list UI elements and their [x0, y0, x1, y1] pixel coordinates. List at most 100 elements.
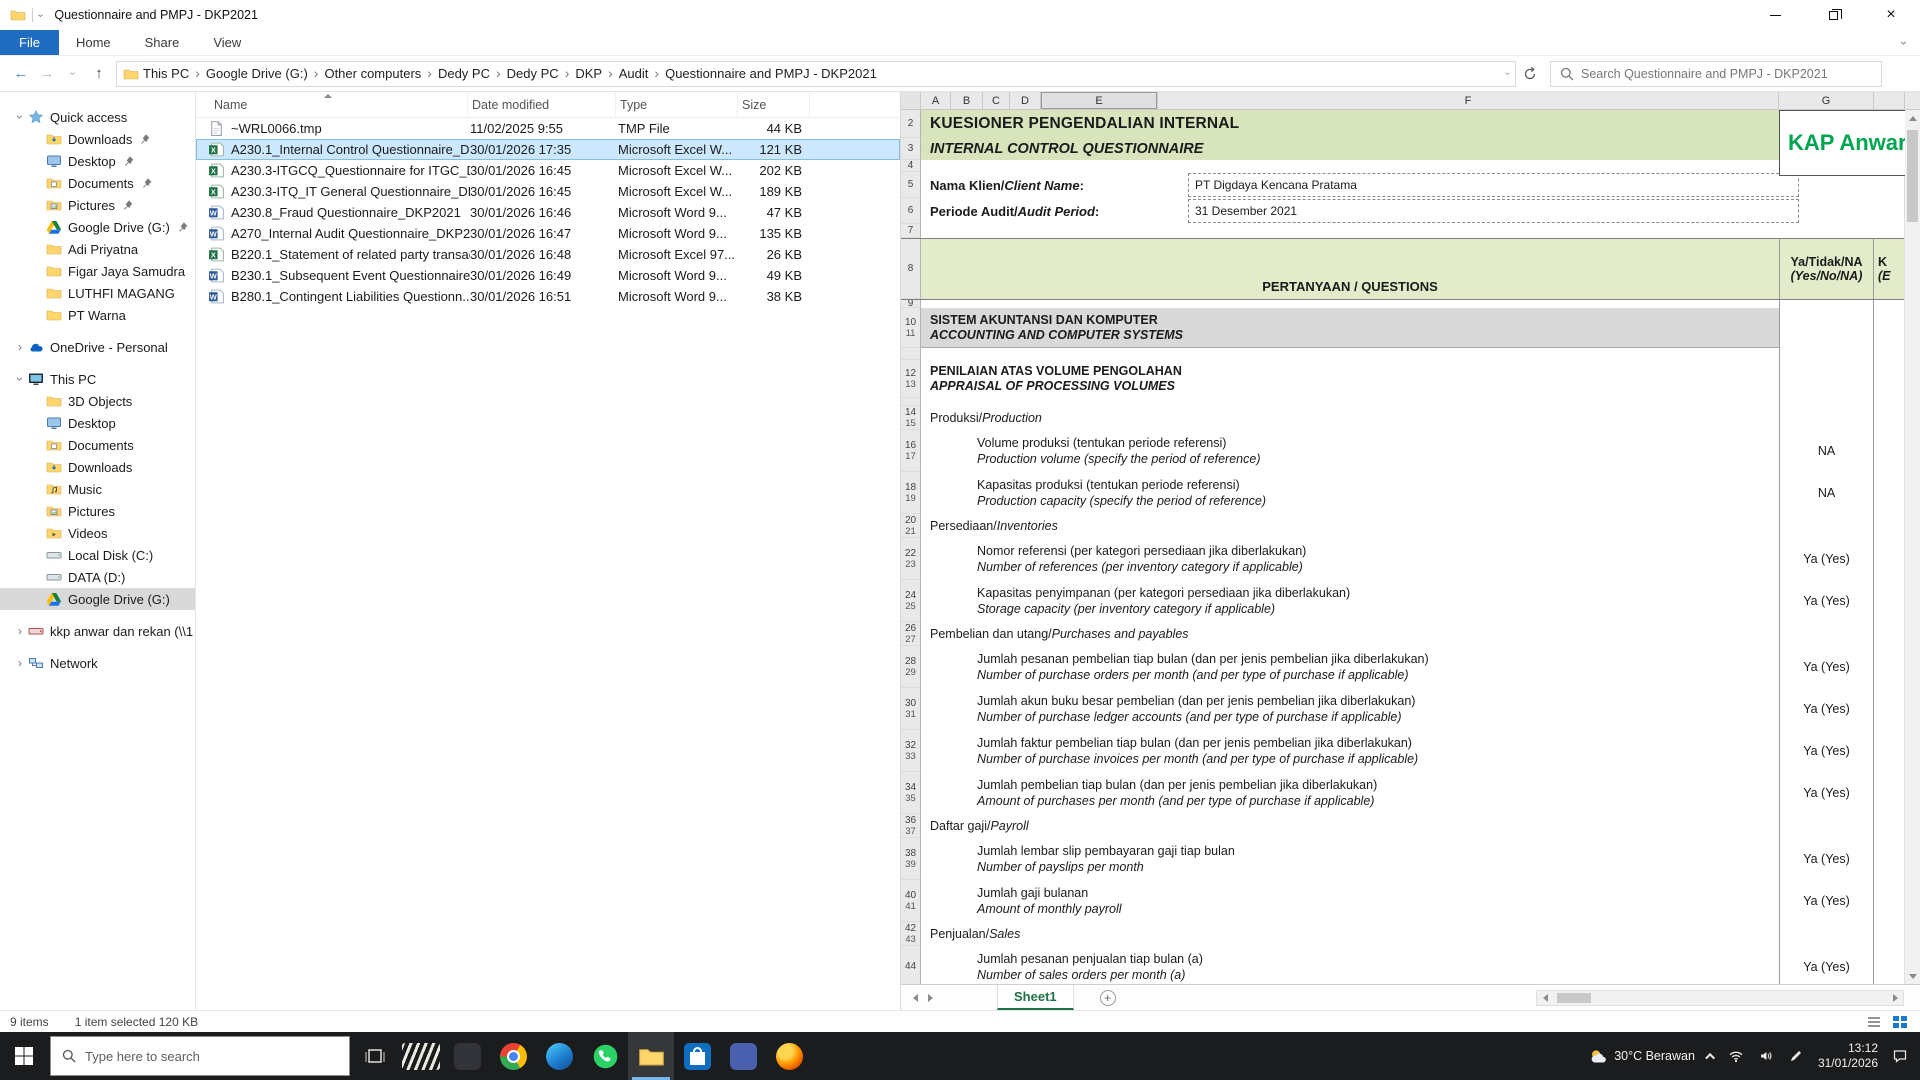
breadcrumb-item-this-pc[interactable]: This PC — [139, 66, 193, 81]
file-row-b280-1-contingent-liabilities-questionn[interactable]: WB280.1_Contingent Liabilities Questionn… — [196, 286, 900, 307]
refresh-button[interactable] — [1516, 61, 1544, 87]
breadcrumb-item-questionnaire-and-pmpj-dkp2021[interactable]: Questionnaire and PMPJ - DKP2021 — [661, 66, 881, 81]
sidebar-item-videos[interactable]: Videos — [0, 522, 195, 544]
column-header-name[interactable]: Name — [210, 92, 468, 117]
breadcrumb-item-other-computers[interactable]: Other computers — [320, 66, 425, 81]
expander-icon[interactable]: › — [12, 656, 28, 670]
sidebar-item-data-d[interactable]: DATA (D:) — [0, 566, 195, 588]
network-tray-icon[interactable] — [1728, 1048, 1745, 1065]
column-header-date-modified[interactable]: Date modified — [468, 92, 616, 117]
minimize-button[interactable] — [1746, 0, 1804, 30]
add-sheet-button[interactable]: + — [1100, 990, 1116, 1006]
taskbar-whatsapp-button[interactable] — [582, 1032, 628, 1080]
thumbnail-view-button[interactable] — [1890, 1014, 1910, 1030]
taskbar-search[interactable]: Type here to search — [50, 1036, 350, 1076]
sidebar-item-onedrive-personal[interactable]: ›OneDrive - Personal — [0, 336, 195, 358]
file-row-b220-1-statement-of-related-party-transa[interactable]: XB220.1_Statement of related party trans… — [196, 244, 900, 265]
taskbar-app-blue-button[interactable] — [720, 1032, 766, 1080]
sidebar-item-figar-jaya-samudra[interactable]: Figar Jaya Samudra — [0, 260, 195, 282]
taskbar-firefox-button[interactable] — [766, 1032, 812, 1080]
column-header-E[interactable]: E — [1041, 92, 1158, 109]
search-box[interactable]: Search Questionnaire and PMPJ - DKP2021 — [1550, 61, 1882, 87]
sheet-tab-sheet1[interactable]: Sheet1 — [997, 985, 1074, 1010]
pen-tray-icon[interactable] — [1788, 1048, 1805, 1065]
breadcrumb-item-dedy-pc[interactable]: Dedy PC — [503, 66, 563, 81]
scroll-up-icon[interactable] — [1905, 110, 1920, 126]
file-row-a230-3-itgcq-questionnaire-for-itgc-dk[interactable]: XA230.3-ITGCQ_Questionnaire for ITGC_DK.… — [196, 160, 900, 181]
details-view-button[interactable] — [1864, 1014, 1884, 1030]
scroll-down-icon[interactable] — [1905, 968, 1920, 984]
sidebar-item-adi-priyatna[interactable]: Adi Priyatna — [0, 238, 195, 260]
tab-file[interactable]: File — [0, 30, 59, 55]
address-dropdown-icon[interactable]: › — [1502, 72, 1513, 75]
close-button[interactable]: × — [1862, 0, 1920, 30]
breadcrumb-item-audit[interactable]: Audit — [615, 66, 653, 81]
prev-sheet-icon[interactable] — [913, 994, 918, 1002]
file-row-b230-1-subsequent-event-questionnaire[interactable]: WB230.1_Subsequent Event Questionnaire_.… — [196, 265, 900, 286]
up-button[interactable]: ↑ — [86, 61, 112, 87]
qat-dropdown-icon[interactable]: › — [35, 13, 46, 16]
expander-icon[interactable]: › — [12, 624, 28, 638]
taskbar-file-explorer-button[interactable] — [628, 1032, 674, 1080]
breadcrumb-separator[interactable]: › — [494, 65, 503, 81]
sidebar-item-network[interactable]: ›Network — [0, 652, 195, 674]
taskbar-store-button[interactable] — [674, 1032, 720, 1080]
sidebar-item-desktop[interactable]: Desktop — [0, 150, 195, 172]
sidebar-item-quick-access[interactable]: ›Quick access — [0, 106, 195, 128]
column-header-F[interactable]: F — [1158, 92, 1779, 109]
expander-icon[interactable]: › — [13, 109, 27, 125]
sidebar-item-music[interactable]: Music — [0, 478, 195, 500]
next-sheet-icon[interactable] — [928, 994, 933, 1002]
scroll-left-icon[interactable] — [1537, 991, 1553, 1005]
volume-tray-icon[interactable] — [1758, 1048, 1775, 1065]
recent-locations-dropdown[interactable]: › — [60, 61, 86, 87]
breadcrumb-separator[interactable]: › — [606, 65, 615, 81]
action-center-button[interactable] — [1891, 1048, 1908, 1065]
file-row-wrl0066-tmp[interactable]: ~WRL0066.tmp11/02/2025 9:55TMP File44 KB — [196, 118, 900, 139]
sidebar-item-kkp-anwar-dan-rekan-1[interactable]: ›kkp anwar dan rekan (\\1 — [0, 620, 195, 642]
expand-ribbon-icon[interactable]: › — [1897, 41, 1911, 45]
sidebar-item-this-pc[interactable]: ›This PC — [0, 368, 195, 390]
tab-home[interactable]: Home — [59, 30, 128, 55]
show-hidden-icons-button[interactable] — [1705, 1052, 1715, 1062]
column-header-size[interactable]: Size — [738, 92, 810, 117]
taskbar-app-dark-button[interactable] — [444, 1032, 490, 1080]
column-header-D[interactable]: D — [1010, 92, 1041, 109]
forward-button[interactable]: → — [34, 61, 60, 87]
sidebar-item-desktop[interactable]: Desktop — [0, 412, 195, 434]
sidebar-item-downloads[interactable]: Downloads — [0, 128, 195, 150]
taskbar-chrome-button[interactable] — [490, 1032, 536, 1080]
file-row-a230-1-internal-control-questionnaire-d[interactable]: XA230.1_Internal Control Questionnaire_D… — [196, 139, 900, 160]
column-header-type[interactable]: Type — [616, 92, 738, 117]
restore-button[interactable] — [1804, 0, 1862, 30]
sidebar-item-luthfi-magang[interactable]: LUTHFI MAGANG — [0, 282, 195, 304]
sidebar-item-google-drive-g[interactable]: Google Drive (G:) — [0, 216, 195, 238]
sidebar-item-3d-objects[interactable]: 3D Objects — [0, 390, 195, 412]
taskbar-edge-button[interactable] — [536, 1032, 582, 1080]
select-all-corner[interactable] — [901, 92, 921, 109]
back-button[interactable]: ← — [8, 61, 34, 87]
sidebar-item-downloads[interactable]: Downloads — [0, 456, 195, 478]
file-row-a230-8-fraud-questionnaire-dkp2021[interactable]: WA230.8_Fraud Questionnaire_DKP202130/01… — [196, 202, 900, 223]
taskbar-clock[interactable]: 13:12 31/01/2026 — [1818, 1041, 1878, 1071]
start-button[interactable] — [0, 1032, 48, 1080]
vertical-scrollbar[interactable] — [1904, 110, 1920, 984]
expander-icon[interactable]: › — [12, 340, 28, 354]
sidebar-item-pt-warna[interactable]: PT Warna — [0, 304, 195, 326]
sidebar-item-documents[interactable]: Documents — [0, 172, 195, 194]
breadcrumb-item-dedy-pc[interactable]: Dedy PC — [434, 66, 494, 81]
horizontal-scrollbar[interactable] — [1536, 990, 1904, 1006]
expander-icon[interactable]: › — [13, 371, 27, 387]
task-view-button[interactable] — [352, 1032, 398, 1080]
column-header-G[interactable]: G — [1779, 92, 1874, 109]
address-bar[interactable]: This PC›Google Drive (G:)›Other computer… — [116, 61, 1516, 87]
scrollbar-thumb[interactable] — [1557, 993, 1591, 1003]
column-header-partial[interactable] — [1874, 92, 1905, 109]
sidebar-item-pictures[interactable]: Pictures — [0, 194, 195, 216]
breadcrumb-item-dkp[interactable]: DKP — [571, 66, 606, 81]
column-header-C[interactable]: C — [983, 92, 1010, 109]
tab-share[interactable]: Share — [128, 30, 197, 55]
column-header-A[interactable]: A — [921, 92, 951, 109]
weather-widget[interactable]: 30°C Berawan — [1589, 1047, 1695, 1066]
sidebar-item-pictures[interactable]: Pictures — [0, 500, 195, 522]
